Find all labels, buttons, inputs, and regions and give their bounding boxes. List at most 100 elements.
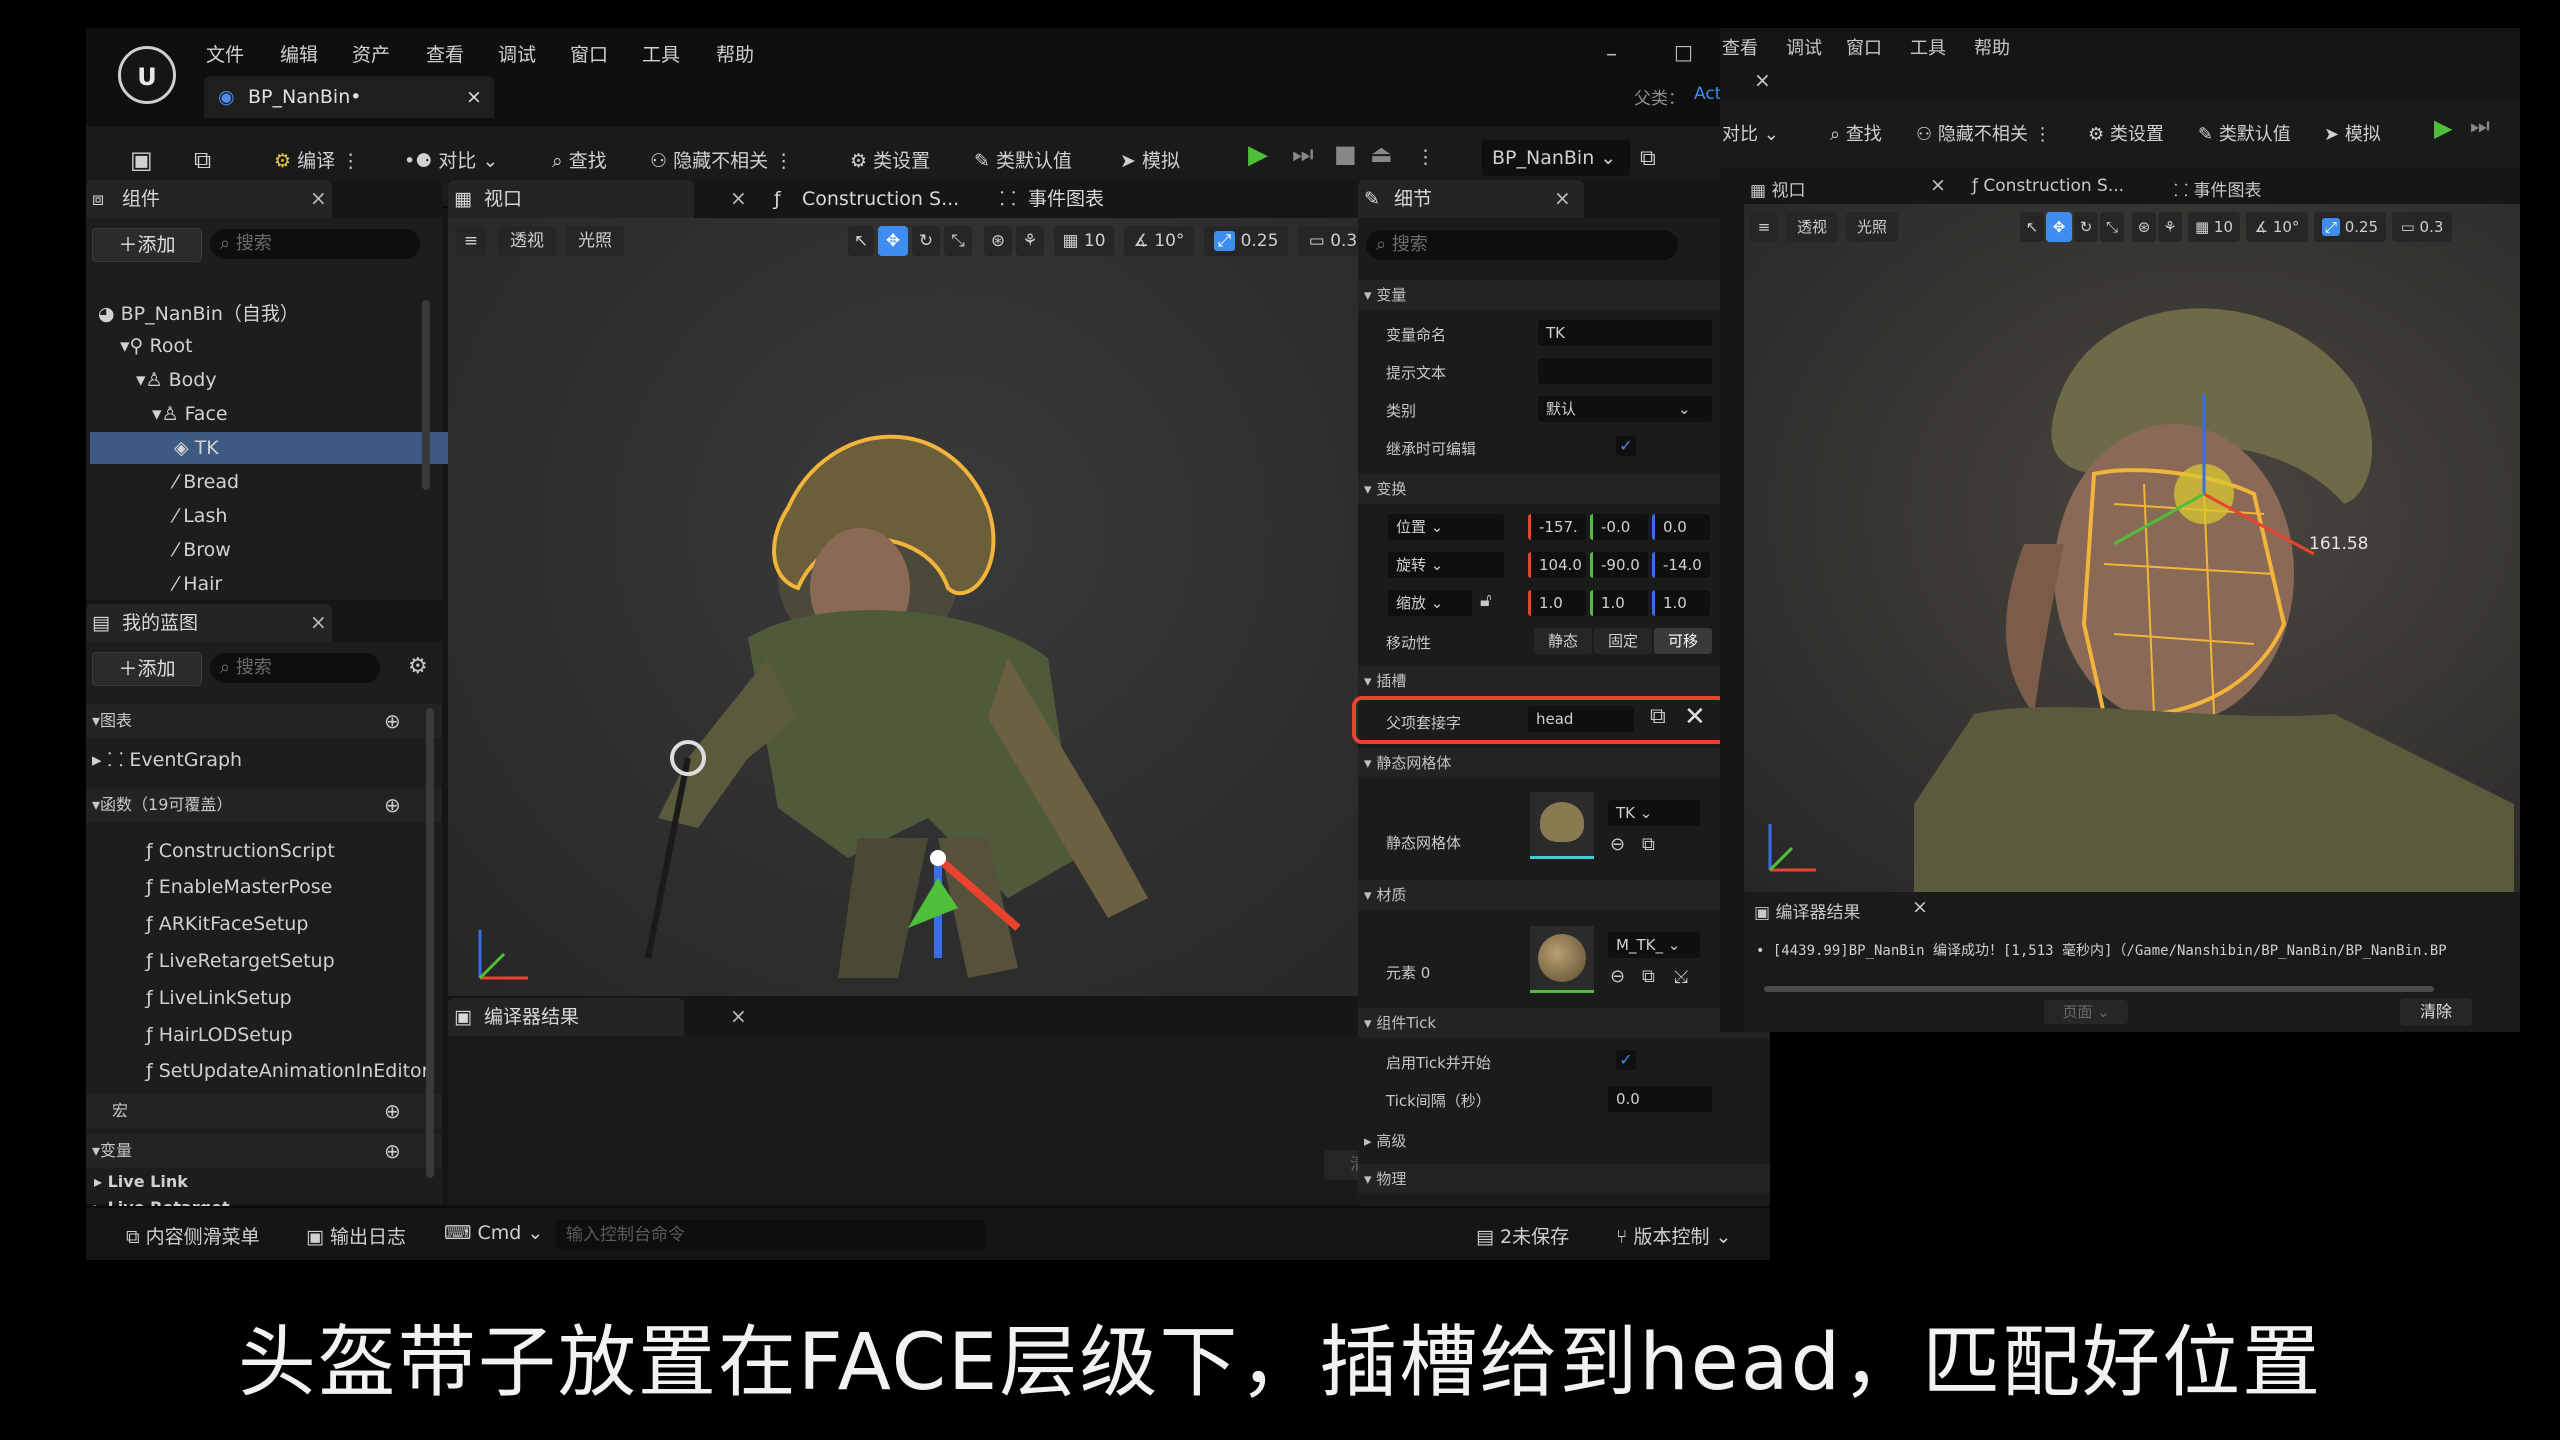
class-settings-button[interactable]: ⚙ 类设置 [2088, 120, 2164, 146]
material-thumbnail[interactable] [1530, 926, 1594, 993]
simulate-button[interactable]: ➤ 模拟 [1120, 146, 1180, 173]
tick-start-checkbox[interactable]: ✓ [1616, 1050, 1636, 1070]
tree-item-hair[interactable]: ⁄ Hair [90, 568, 464, 600]
rotate-mode-icon[interactable]: ↻ [2074, 212, 2098, 242]
settings-gear-icon[interactable]: ⚙ [408, 654, 428, 679]
play-icon[interactable]: ▶ [1248, 140, 1268, 170]
reset-icon[interactable]: ⤩ [1674, 966, 1688, 987]
play-icon[interactable]: ▶ [2434, 114, 2452, 142]
close-icon[interactable]: × [1754, 68, 1771, 92]
menu-window[interactable]: 窗口 [570, 40, 608, 67]
close-icon[interactable]: × [310, 610, 327, 634]
tree-item-face[interactable]: ▾♙ Face [90, 398, 442, 430]
tab-viewport[interactable]: ▦ 视口 [1750, 176, 1805, 201]
simulate-button[interactable]: ➤ 模拟 [2324, 120, 2381, 146]
menu-debug[interactable]: 调试 [498, 40, 536, 67]
parent-socket-field[interactable]: head [1528, 706, 1634, 732]
tree-item-body[interactable]: ▾♙ Body [90, 364, 426, 396]
world-space-icon[interactable]: ⊛ [2132, 212, 2156, 242]
tree-item-bread[interactable]: ⁄ Bread [90, 466, 464, 498]
components-search-input[interactable]: ⌕ 搜索 [210, 229, 420, 259]
unsaved-button[interactable]: ▤ 2未保存 [1476, 1222, 1569, 1249]
tree-item-brow[interactable]: ⁄ Brow [90, 534, 464, 566]
browse-icon[interactable]: ⧉ [194, 146, 211, 174]
lit-button[interactable]: 光照 [1846, 212, 1898, 242]
inset-viewport-canvas[interactable]: ≡ 透视 光照 ↖ ✥ ↻ ⤡ ⊛ ⚘ ▦ 10 ∡ 10° ⤢ 0.25 ▭ … [1744, 204, 2520, 892]
static-mesh-select[interactable]: TK ⌄ [1608, 800, 1700, 826]
class-settings-button[interactable]: ⚙ 类设置 [850, 146, 930, 173]
minimize-icon[interactable]: – [1606, 42, 1617, 67]
save-icon[interactable]: ▣ [130, 146, 153, 174]
close-icon[interactable]: × [1912, 896, 1928, 918]
world-space-icon[interactable]: ⊛ [984, 226, 1012, 256]
blueprint-search-input[interactable]: ⌕ 搜索 [210, 653, 380, 683]
surface-snap-icon[interactable]: ⚘ [1016, 226, 1044, 256]
function-item[interactable]: ƒ HairLODSetup [146, 1024, 293, 1046]
use-selected-icon[interactable]: ⊖ [1610, 966, 1625, 987]
add-function-icon[interactable]: ⊕ [384, 788, 401, 822]
character-closeup[interactable]: 161.58 [1914, 244, 2514, 892]
viewport-menu-icon[interactable]: ≡ [456, 226, 486, 256]
tab-construction-script[interactable]: ƒ Construction S... [766, 180, 992, 218]
browse-icon[interactable]: ⧉ [1642, 966, 1655, 987]
tab-event-graph[interactable]: ⸬ 事件图表 [2174, 176, 2262, 201]
add-graph-icon[interactable]: ⊕ [384, 704, 401, 738]
add-member-button[interactable]: ＋添加 [92, 652, 202, 686]
section-advanced[interactable]: ▸ 高级 [1358, 1126, 1770, 1156]
stop-icon[interactable]: ■ [1334, 140, 1357, 168]
maximize-icon[interactable]: □ [1674, 40, 1693, 64]
location-z-field[interactable]: 0.0 [1652, 514, 1710, 540]
document-tab[interactable]: ◉ BP_NanBin• × [204, 76, 494, 118]
perspective-button[interactable]: 透视 [1786, 212, 1838, 242]
find-button[interactable]: ⌕ 查找 [1830, 120, 1882, 146]
hide-unrelated-button[interactable]: ⚇ 隐藏不相关 ⋮ [650, 146, 793, 173]
lock-icon[interactable]: 🔓︎ [1480, 590, 1492, 611]
tree-item-root[interactable]: ▾⚲ Root [90, 330, 410, 362]
browse-socket-icon[interactable]: ⧉ [1650, 704, 1666, 729]
play-options-icon[interactable]: ⋮ [1416, 146, 1435, 168]
function-item[interactable]: ƒ LiveRetargetSetup [146, 950, 335, 972]
tab-compiler-results[interactable]: ▣ 编译器结果 [1754, 898, 1860, 923]
variable-group-live-link[interactable]: ▸ Live Link [94, 1172, 188, 1191]
tab-event-graph[interactable]: ⸬ 事件图表 [992, 180, 1198, 218]
tree-item-lash[interactable]: ⁄ Lash [90, 500, 464, 532]
parent-class-link[interactable]: Act [1694, 84, 1721, 104]
camera-speed-button[interactable]: ▭ 0.3 [2392, 212, 2452, 242]
close-icon[interactable]: × [310, 186, 327, 210]
perspective-button[interactable]: 透视 [498, 226, 556, 256]
section-transform[interactable]: ▾ 变换 [1358, 474, 1770, 504]
tree-item-tk[interactable]: ◈ TK [90, 432, 458, 464]
section-graphs[interactable]: ▾图表 ⊕ [86, 704, 442, 738]
close-icon[interactable]: × [1554, 186, 1571, 210]
scale-y-field[interactable]: 1.0 [1590, 590, 1648, 616]
section-materials[interactable]: ▾ 材质 [1358, 880, 1770, 910]
translate-mode-icon[interactable]: ✥ [878, 226, 908, 256]
section-macros[interactable]: 宏 ⊕ [86, 1094, 442, 1128]
select-mode-icon[interactable]: ↖ [2020, 212, 2044, 242]
use-selected-icon[interactable]: ⊖ [1610, 834, 1625, 855]
diff-button[interactable]: 对比 ⌄ [1722, 120, 1779, 146]
menu-edit[interactable]: 编辑 [280, 40, 318, 67]
menu-asset[interactable]: 资产 [352, 40, 390, 67]
clear-button[interactable]: 清除 [2400, 998, 2472, 1026]
close-icon[interactable]: × [1930, 174, 1946, 196]
close-icon[interactable]: × [730, 186, 747, 210]
tick-interval-field[interactable]: 0.0 [1608, 1086, 1712, 1112]
horizontal-scrollbar[interactable] [1764, 986, 2434, 992]
var-name-field[interactable]: TK [1538, 320, 1712, 346]
eject-icon[interactable]: ⏏ [1370, 140, 1393, 168]
section-static-mesh[interactable]: ▾ 静态网格体 [1358, 748, 1770, 778]
section-physics[interactable]: ▾ 物理 [1358, 1164, 1770, 1194]
section-component-tick[interactable]: ▾ 组件Tick [1358, 1008, 1770, 1038]
function-item[interactable]: ƒ LiveLinkSetup [146, 987, 292, 1009]
menu-debug[interactable]: 调试 [1786, 34, 1822, 60]
location-y-field[interactable]: -0.0 [1590, 514, 1648, 540]
angle-snap-button[interactable]: ∡ 10° [2246, 212, 2308, 242]
step-icon[interactable]: ⏭ [1292, 140, 1314, 168]
details-search-input[interactable]: ⌕ 搜索 [1366, 230, 1678, 260]
clear-socket-icon[interactable]: ✕ [1684, 702, 1706, 732]
material-select[interactable]: M_TK_ ⌄ [1608, 932, 1700, 958]
function-item[interactable]: ƒ EnableMasterPose [146, 876, 332, 898]
close-icon[interactable]: × [730, 1004, 747, 1028]
tab-viewport[interactable]: ▦ 视口 [448, 180, 694, 218]
